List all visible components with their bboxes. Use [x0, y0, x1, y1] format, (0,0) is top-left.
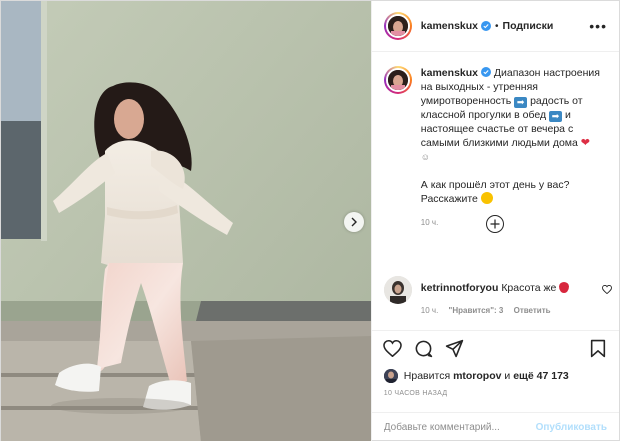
- avatar-image: [387, 16, 408, 36]
- caption-username[interactable]: kamenskux: [421, 67, 478, 79]
- heart-emoji-icon: ❤: [580, 137, 590, 149]
- author-username[interactable]: kamenskux: [421, 20, 478, 32]
- likes-connector: и: [504, 370, 511, 382]
- heart-outline-icon: [601, 284, 612, 295]
- comment-likes-count[interactable]: "Нравится": 3: [449, 306, 504, 315]
- liker-username[interactable]: mtoropov: [453, 370, 501, 382]
- comment-timestamp[interactable]: 10 ч.: [421, 306, 439, 315]
- caption-timestamp[interactable]: 10 ч.: [421, 216, 607, 230]
- plus-icon: [490, 219, 500, 229]
- avatar-image: [383, 369, 398, 383]
- comment-button[interactable]: [413, 338, 435, 360]
- liker-avatar[interactable]: [383, 369, 398, 383]
- verified-badge-icon: [481, 67, 491, 77]
- caption-question: А как прошёл этот день у вас? Расскажите: [420, 179, 570, 205]
- avatar-image: [387, 70, 408, 90]
- caption-text-block: kamenskux Диапазон настроения на выходны…: [421, 66, 607, 230]
- comment-item: ketrinnotforyou Красота же 10 ч. "Нравит…: [383, 276, 612, 318]
- add-comment-bar: Опубликовать: [371, 412, 619, 441]
- post-photo[interactable]: [1, 1, 371, 441]
- publish-button[interactable]: Опубликовать: [536, 422, 607, 433]
- avatar-image: [383, 276, 412, 304]
- chevron-right-icon: [351, 217, 357, 227]
- commenter-avatar[interactable]: [383, 276, 412, 304]
- right-arrow-emoji-icon: ➡: [549, 111, 563, 122]
- smile-emoji-icon: ☺: [420, 152, 430, 162]
- post-side-panel: kamenskux • Подписки ••• kamenskux Диапа…: [370, 1, 619, 441]
- reply-button[interactable]: Ответить: [514, 306, 551, 315]
- save-button[interactable]: [587, 338, 609, 360]
- verified-badge-icon: [481, 21, 491, 31]
- strawberry-emoji-icon: [559, 282, 570, 293]
- comment-text: Красота же: [501, 282, 557, 294]
- load-more-comments-button[interactable]: [485, 215, 504, 233]
- likes-prefix: Нравится: [403, 370, 451, 382]
- comment-bubble-icon: [415, 340, 433, 358]
- comment-body: ketrinnotforyou Красота же 10 ч. "Нравит…: [421, 276, 591, 318]
- comments-area: kamenskux Диапазон настроения на выходны…: [372, 52, 619, 330]
- bookmark-icon: [590, 339, 606, 358]
- right-arrow-emoji-icon: ➡: [514, 97, 528, 108]
- author-avatar[interactable]: [383, 12, 412, 40]
- caption-author-avatar[interactable]: [383, 66, 412, 94]
- instagram-post: kamenskux • Подписки ••• kamenskux Диапа…: [0, 0, 620, 441]
- likes-summary: Нравится mtoropov и ещё 47 173: [372, 366, 619, 386]
- post-actions-bar: [371, 330, 619, 366]
- paper-plane-icon: [446, 339, 464, 358]
- comment-input[interactable]: [383, 422, 536, 433]
- grin-emoji-icon: [480, 192, 493, 204]
- photo-scene: [1, 1, 371, 441]
- post-timestamp[interactable]: 10 ЧАСОВ НАЗАД: [372, 386, 619, 412]
- more-options-icon[interactable]: •••: [589, 19, 607, 33]
- comment-meta: 10 ч. "Нравится": 3 Ответить: [421, 304, 591, 318]
- next-photo-button[interactable]: [344, 212, 364, 232]
- comment-like-button[interactable]: [601, 276, 612, 318]
- post-caption: kamenskux Диапазон настроения на выходны…: [383, 66, 607, 230]
- header-separator: •: [495, 20, 499, 32]
- share-button[interactable]: [444, 338, 466, 360]
- post-header: kamenskux • Подписки •••: [371, 1, 619, 52]
- following-button[interactable]: Подписки: [503, 20, 554, 32]
- commenter-username[interactable]: ketrinnotforyou: [421, 282, 499, 294]
- heart-outline-icon: [383, 340, 403, 357]
- likes-count[interactable]: ещё 47 173: [513, 370, 569, 382]
- like-button[interactable]: [382, 338, 404, 360]
